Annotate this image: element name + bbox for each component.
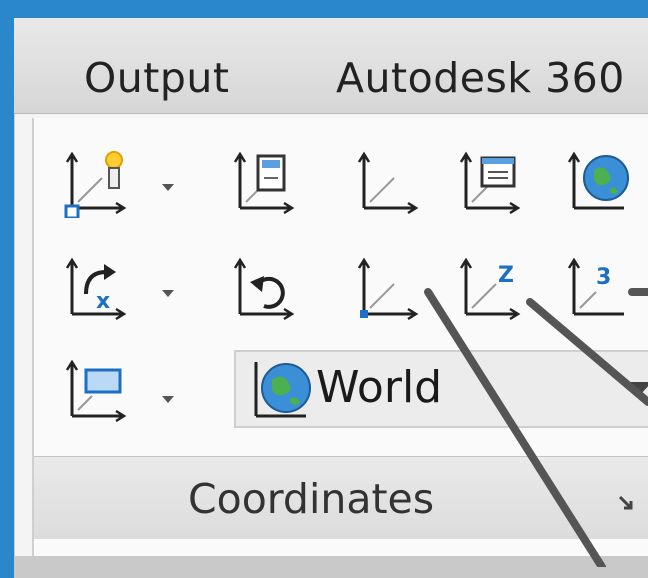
ucs-z-axis-icon: Z xyxy=(459,257,521,321)
panel-launcher[interactable] xyxy=(616,493,636,513)
ucs-view-button[interactable] xyxy=(232,148,296,218)
ucs-world-globe-icon xyxy=(567,151,629,210)
panel-footer: Coordinates xyxy=(34,456,648,539)
status-strip xyxy=(14,556,648,578)
ucs-plain-button[interactable] xyxy=(356,148,420,218)
coordinate-system-combo[interactable]: World xyxy=(234,350,648,428)
ucs-world-button[interactable] xyxy=(566,148,630,218)
ucs-origin-button[interactable] xyxy=(356,254,420,324)
ucs-world-globe-icon xyxy=(254,362,311,418)
expand-arrow-icon xyxy=(618,495,633,510)
ucs-light-bulb-icon xyxy=(64,151,127,218)
ucs-dropdown[interactable] xyxy=(160,176,176,196)
ucs-3-point-icon: 3 xyxy=(567,257,624,316)
chevron-down-icon xyxy=(162,396,174,403)
tab-autodesk-360[interactable]: Autodesk 360 xyxy=(336,54,625,102)
ucs-named-icon xyxy=(459,151,521,215)
ucs-face-icon xyxy=(65,359,127,423)
chevron-down-icon xyxy=(162,184,174,191)
svg-text:3: 3 xyxy=(596,265,611,290)
coordinates-panel: x Z 3 World Coordinates xyxy=(32,118,648,556)
panel-title: Coordinates xyxy=(188,475,435,523)
ucs-view-icon xyxy=(233,151,295,215)
ucs-x-button[interactable]: x xyxy=(64,254,128,324)
ucs-x-rotate-icon: x xyxy=(65,257,127,321)
chevron-down-icon xyxy=(162,290,174,297)
svg-text:Z: Z xyxy=(498,263,514,288)
chevron-down-icon xyxy=(626,382,648,396)
ucs-named-button[interactable] xyxy=(458,148,522,218)
ucs-previous-icon xyxy=(233,257,295,321)
ucs-x-dropdown[interactable] xyxy=(160,282,176,302)
ucs-icon xyxy=(357,151,419,215)
ribbon-tab-bar: Output Autodesk 360 xyxy=(14,18,648,114)
ucs-3point-button[interactable]: 3 xyxy=(566,254,630,324)
svg-text:x: x xyxy=(96,289,110,314)
combo-dropdown-arrow[interactable] xyxy=(626,378,648,398)
ucs-face-button[interactable] xyxy=(64,356,128,426)
ucs-origin-icon xyxy=(357,257,419,321)
world-ucs-icon xyxy=(250,358,320,422)
coordinate-system-value: World xyxy=(316,362,443,413)
ucs-previous-button[interactable] xyxy=(232,254,296,324)
ribbon-frame: Output Autodesk 360 x Z 3 World Coordina… xyxy=(14,18,648,578)
tab-output[interactable]: Output xyxy=(84,54,229,102)
ucs-button[interactable] xyxy=(64,148,128,218)
ucs-z-button[interactable]: Z xyxy=(458,254,522,324)
ucs-face-dropdown[interactable] xyxy=(160,388,176,408)
